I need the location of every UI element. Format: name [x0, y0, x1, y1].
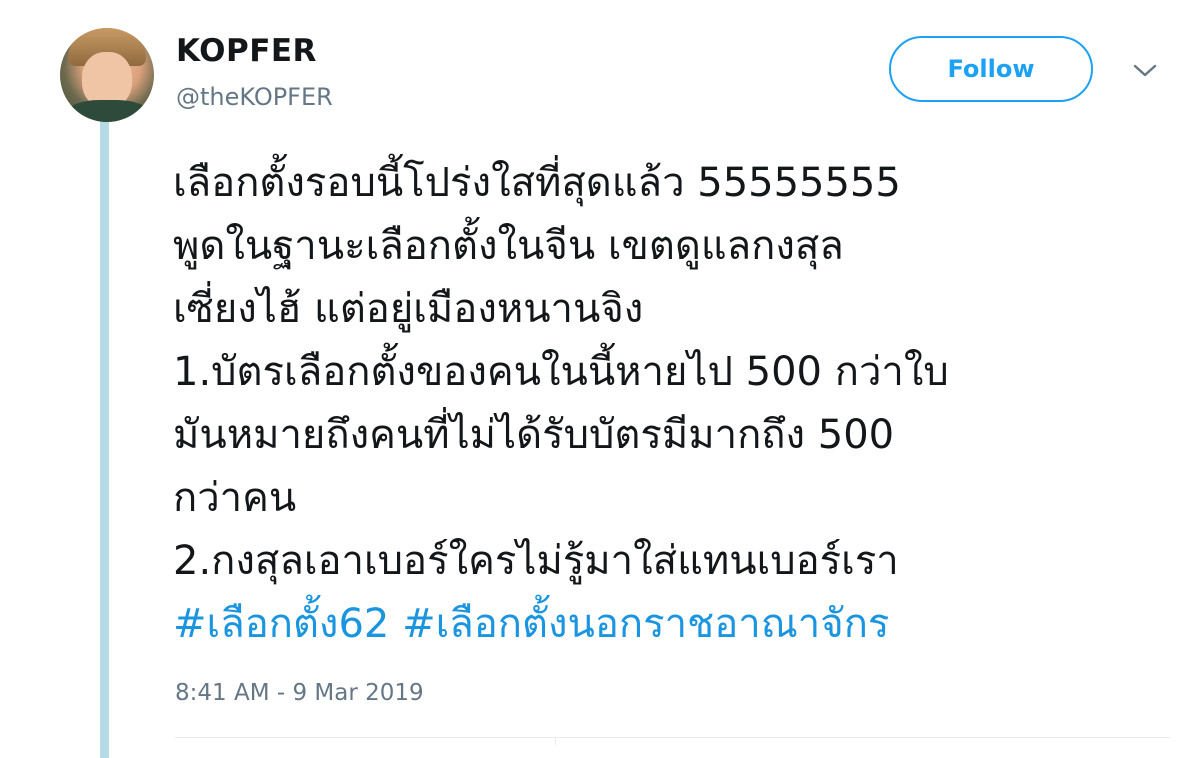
hashtag-link[interactable]: #เลือกตั้งนอกราชอาณาจักร: [402, 601, 889, 647]
tweet-text-line: 2.กงสุลเอาเบอร์ใครไม่รู้มาใส่แทนเบอร์เรา: [173, 538, 899, 584]
tweet-text-line: เลือกตั้งรอบนี้โปร่งใสที่สุดแล้ว 5555555…: [173, 160, 901, 206]
tweet-text-line: พูดในฐานะเลือกตั้งในจีน เขตดูแลกงสุล: [173, 223, 844, 269]
more-options-button[interactable]: [1130, 58, 1160, 84]
avatar[interactable]: [60, 28, 154, 122]
divider-tick: [555, 737, 556, 745]
tweet-text-line: กว่าคน: [173, 475, 297, 521]
tweet-text-line: 1.บัตรเลือกตั้งของคนในนี้หายไป 500 กว่าใ…: [173, 349, 949, 395]
author-display-name[interactable]: KOPFER: [176, 33, 317, 69]
tweet-text-line: มันหมายถึงคนที่ไม่ได้รับบัตรมีมากถึง 500: [173, 412, 895, 458]
tweet-timestamp[interactable]: 8:41 AM - 9 Mar 2019: [175, 680, 424, 706]
avatar-shirt: [64, 100, 152, 122]
author-handle[interactable]: @theKOPFER: [176, 83, 333, 111]
follow-button[interactable]: Follow: [889, 36, 1093, 102]
thread-line: [100, 118, 109, 758]
hashtag-link[interactable]: #เลือกตั้ง62: [173, 601, 389, 647]
hashtag-row: #เลือกตั้ง62 #เลือกตั้งนอกราชอาณาจักร: [173, 593, 1183, 656]
chevron-down-icon: [1133, 64, 1157, 77]
tweet-text: เลือกตั้งรอบนี้โปร่งใสที่สุดแล้ว 5555555…: [173, 152, 1183, 656]
tweet-text-line: เซี่ยงไฮ้ แต่อยู่เมืองหนานจิง: [173, 286, 644, 332]
divider: [175, 737, 1170, 738]
